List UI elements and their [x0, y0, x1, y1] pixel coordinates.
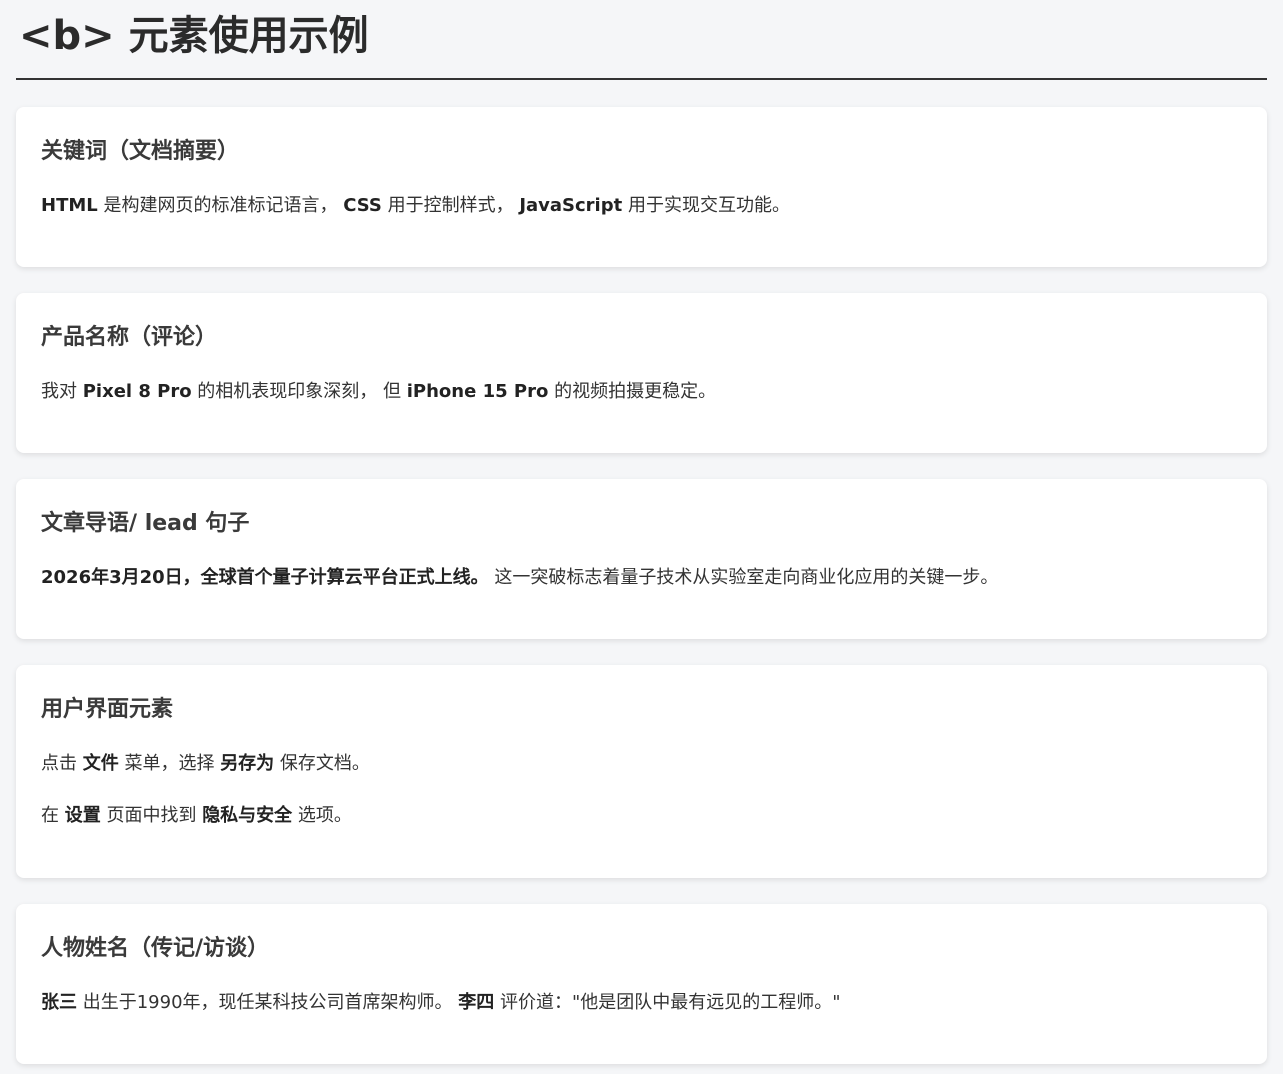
section-paragraph: 2026年3月20日，全球首个量子计算云平台正式上线。 这一突破标志着量子技术从… [41, 563, 1242, 593]
section-product-names: 产品名称（评论） 我对 Pixel 8 Pro 的相机表现印象深刻， 但 iPh… [16, 293, 1267, 453]
section-paragraph: 点击 文件 菜单，选择 另存为 保存文档。 [41, 749, 1242, 779]
plain-text: 出生于1990年，现任某科技公司首席架构师。 [77, 992, 459, 1013]
bold-text: 另存为 [220, 753, 275, 774]
bold-text: CSS [343, 195, 382, 216]
section-heading: 文章导语/ lead 句子 [41, 511, 250, 536]
page: <b> 元素使用示例 关键词（文档摘要） HTML 是构建网页的标准标记语言， … [0, 0, 1283, 1064]
section-paragraph: 在 设置 页面中找到 隐私与安全 选项。 [41, 801, 1242, 831]
plain-text: 用于实现交互功能。 [622, 195, 790, 216]
bold-text: 文件 [82, 753, 119, 774]
bold-text: HTML [41, 195, 98, 216]
plain-text: 这一突破标志着量子技术从实验室走向商业化应用的关键一步。 [488, 567, 999, 588]
section-person-names: 人物姓名（传记/访谈） 张三 出生于1990年，现任某科技公司首席架构师。 李四… [16, 904, 1267, 1064]
plain-text: 评价道："他是团队中最有远见的工程师。" [494, 992, 841, 1013]
bold-text: iPhone 15 Pro [406, 381, 549, 402]
section-paragraph: HTML 是构建网页的标准标记语言， CSS 用于控制样式， JavaScrip… [41, 191, 1242, 221]
section-ui-elements: 用户界面元素 点击 文件 菜单，选择 另存为 保存文档。 在 设置 页面中找到 … [16, 665, 1267, 878]
plain-text: 菜单，选择 [118, 753, 221, 774]
bold-text: 张三 [41, 992, 77, 1013]
section-heading: 用户界面元素 [41, 697, 174, 722]
plain-text: 保存文档。 [274, 753, 370, 774]
section-lead-sentence: 文章导语/ lead 句子 2026年3月20日，全球首个量子计算云平台正式上线… [16, 479, 1267, 639]
plain-text: 用于控制样式， [381, 195, 520, 216]
plain-text: 点击 [41, 753, 83, 774]
bold-text: 设置 [64, 805, 101, 826]
plain-text: 是构建网页的标准标记语言， [97, 195, 344, 216]
plain-text: 我对 [41, 381, 83, 402]
bold-text: JavaScript [519, 195, 623, 216]
section-paragraph: 我对 Pixel 8 Pro 的相机表现印象深刻， 但 iPhone 15 Pr… [41, 377, 1242, 407]
page-title: <b> 元素使用示例 [19, 13, 369, 59]
section-heading: 产品名称（评论） [41, 325, 218, 350]
plain-text: 页面中找到 [100, 805, 203, 826]
section-heading: 关键词（文档摘要） [41, 139, 240, 164]
bold-text: 2026年3月20日，全球首个量子计算云平台正式上线。 [41, 567, 489, 588]
bold-text: Pixel 8 Pro [82, 381, 192, 402]
plain-text: 选项。 [292, 805, 352, 826]
plain-text: 的视频拍摄更稳定。 [548, 381, 717, 402]
plain-text: 的相机表现印象深刻， 但 [191, 381, 407, 402]
section-paragraph: 张三 出生于1990年，现任某科技公司首席架构师。 李四 评价道："他是团队中最… [41, 988, 1242, 1018]
section-heading: 人物姓名（传记/访谈） [41, 936, 270, 961]
section-keywords: 关键词（文档摘要） HTML 是构建网页的标准标记语言， CSS 用于控制样式，… [16, 107, 1267, 267]
bold-text: 李四 [458, 992, 495, 1013]
title-divider [16, 78, 1267, 80]
plain-text: 在 [41, 805, 65, 826]
bold-text: 隐私与安全 [202, 805, 293, 826]
